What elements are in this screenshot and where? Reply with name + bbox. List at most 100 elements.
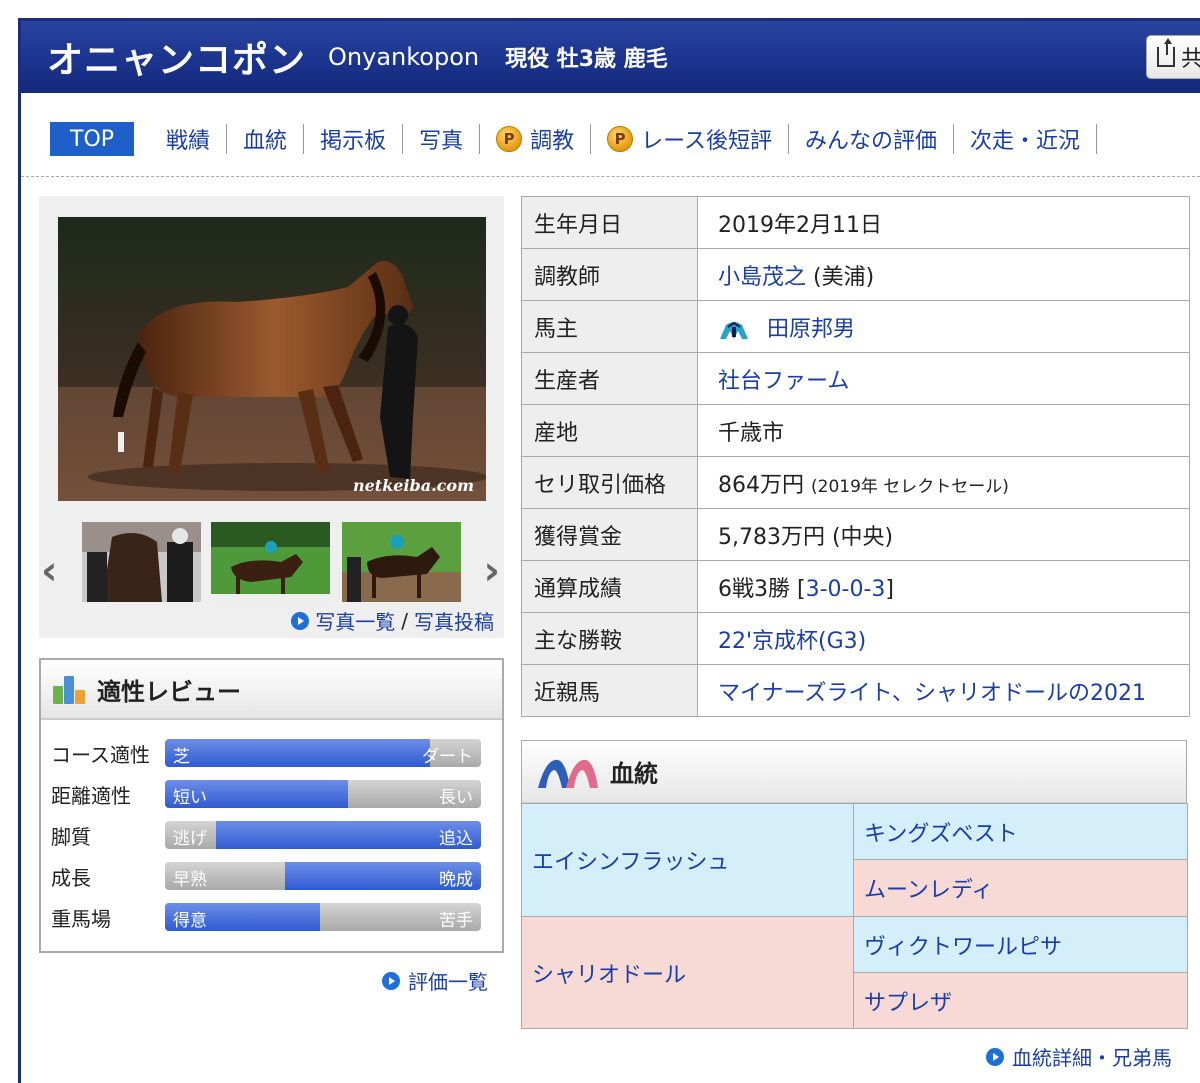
tab-race-comment-label: レース後短評 bbox=[641, 129, 773, 154]
photo-thumbnail[interactable] bbox=[82, 522, 201, 602]
review-bar-fill bbox=[165, 739, 431, 767]
pedigree-dam[interactable]: シャリオドール bbox=[521, 916, 854, 1029]
review-row-heavy-track: 重馬場 得意 苦手 bbox=[51, 902, 481, 932]
table-row: 獲得賞金 5,783万円 (中央) bbox=[521, 508, 1190, 561]
photo-thumbnail[interactable] bbox=[342, 522, 461, 602]
photo-post-link[interactable]: 写真投稿 bbox=[414, 606, 494, 635]
review-right-label: 長い bbox=[439, 788, 473, 808]
review-left-label: 得意 bbox=[173, 911, 207, 931]
review-right-label: 苦手 bbox=[439, 911, 473, 931]
auction-cell: 864万円 (2019年 セレクトセール) bbox=[697, 456, 1190, 509]
main-horse-photo[interactable]: netkeiba.com bbox=[58, 217, 486, 501]
arrow-circle-icon bbox=[382, 971, 400, 990]
review-left-label: 芝 bbox=[173, 747, 190, 767]
dam-name: シャリオドール bbox=[532, 962, 687, 988]
pedigree-sire[interactable]: エイシンフラッシュ bbox=[521, 803, 854, 917]
review-label: 脚質 bbox=[51, 824, 91, 849]
next-photo-arrow-icon[interactable]: › bbox=[484, 548, 500, 594]
pedigree-sire-dam[interactable]: ムーンレディ bbox=[853, 859, 1188, 917]
owner-link[interactable]: 田原邦男 bbox=[767, 317, 855, 342]
review-row-running-style: 脚質 逃げ 追込 bbox=[51, 820, 481, 850]
review-left-label: 逃げ bbox=[173, 829, 207, 849]
review-title: 適性レビュー bbox=[97, 677, 241, 706]
review-label: 距離適性 bbox=[51, 783, 131, 808]
record-detail-link[interactable]: 3-0-0-3 bbox=[806, 577, 886, 602]
main-win-link[interactable]: 22'京成杯(G3) bbox=[718, 629, 866, 654]
birthday-value: 2019年2月11日 bbox=[697, 196, 1190, 249]
trainer-cell: 小島茂之 (美浦) bbox=[697, 248, 1190, 301]
share-button[interactable]: 共 bbox=[1146, 35, 1200, 79]
arrow-circle-icon bbox=[291, 611, 310, 630]
pedigree-dam-dam[interactable]: サプレザ bbox=[853, 972, 1188, 1029]
tab-results[interactable]: 戦績 bbox=[150, 124, 228, 154]
review-bar: 逃げ 追込 bbox=[165, 821, 481, 849]
breeder-link[interactable]: 社台ファーム bbox=[718, 369, 849, 394]
earnings-value: 5,783万円 (中央) bbox=[697, 508, 1190, 561]
dam-dam-name: サプレザ bbox=[864, 990, 953, 1016]
record-bracket-open: [ bbox=[797, 576, 806, 602]
sire-sire-name: キングズベスト bbox=[864, 821, 1018, 847]
row-label: 産地 bbox=[521, 404, 698, 457]
review-bar: 芝 ダート bbox=[165, 739, 481, 767]
table-row: セリ取引価格 864万円 (2019年 セレクトセール) bbox=[521, 456, 1190, 509]
table-row: 産地 千歳市 bbox=[521, 404, 1190, 457]
review-left-label: 早熟 bbox=[173, 870, 207, 890]
row-label: 調教師 bbox=[521, 248, 698, 301]
tab-board[interactable]: 掲示板 bbox=[304, 124, 404, 154]
pedigree-header: 血統 bbox=[522, 741, 1186, 803]
review-label: コース適性 bbox=[51, 742, 150, 767]
table-row: 主な勝鞍 22'京成杯(G3) bbox=[521, 612, 1190, 665]
review-row-growth: 成長 早熟 晩成 bbox=[51, 861, 481, 891]
review-left-label: 短い bbox=[173, 788, 207, 808]
pedigree-icon bbox=[538, 759, 598, 788]
breeder-cell: 社台ファーム bbox=[697, 352, 1190, 405]
row-label: 馬主 bbox=[521, 300, 698, 353]
table-row: 馬主 田原邦男 bbox=[521, 300, 1190, 353]
row-label: 生年月日 bbox=[521, 196, 698, 249]
pedigree-detail-link[interactable]: 血統詳細・兄弟馬 bbox=[1012, 1042, 1172, 1071]
pedigree-dam-sire[interactable]: ヴィクトワールピサ bbox=[853, 916, 1188, 973]
birthplace-value: 千歳市 bbox=[697, 404, 1190, 457]
review-bar: 短い 長い bbox=[165, 780, 481, 808]
tab-photos[interactable]: 写真 bbox=[403, 124, 481, 154]
review-list-link[interactable]: 評価一覧 bbox=[408, 966, 488, 995]
review-header: 適性レビュー bbox=[41, 660, 502, 720]
review-right-label: 追込 bbox=[439, 829, 473, 849]
tab-ratings[interactable]: みんなの評価 bbox=[789, 124, 955, 154]
sire-name: エイシンフラッシュ bbox=[532, 850, 730, 875]
table-row: 生産者 社台ファーム bbox=[521, 352, 1190, 405]
auction-note: (2019年 セレクトセール) bbox=[811, 476, 1009, 497]
pedigree-box: 血統 エイシンフラッシュ キングズベスト ムーンレディ シャリオドール ヴィクト… bbox=[521, 740, 1188, 1029]
record-bracket-close: ] bbox=[885, 576, 894, 602]
trainer-link[interactable]: 小島茂之 bbox=[718, 265, 806, 290]
horse-nav: TOP 戦績 血統 掲示板 写真 P 調教 P レース後短評 みんなの評価 次走… bbox=[50, 122, 1098, 156]
review-list-link-wrap: 評価一覧 bbox=[382, 966, 488, 995]
horse-name-ja: オニャンコポン bbox=[47, 40, 307, 81]
review-label: 重馬場 bbox=[51, 906, 111, 931]
photo-links: 写真一覧 / 写真投稿 bbox=[291, 606, 494, 635]
tab-race-comment[interactable]: P レース後短評 bbox=[591, 124, 790, 154]
relatives-link[interactable]: マイナーズライト、シャリオドールの2021 bbox=[718, 681, 1146, 706]
pedigree-sire-sire[interactable]: キングズベスト bbox=[853, 803, 1188, 860]
main-wins-cell: 22'京成杯(G3) bbox=[697, 612, 1190, 665]
horse-header: オニャンコポン Onyankopon 現役 牡3歳 鹿毛 共 bbox=[21, 21, 1200, 93]
review-bar: 早熟 晩成 bbox=[165, 862, 481, 890]
row-label: 通算成績 bbox=[521, 560, 698, 613]
row-label: 生産者 bbox=[521, 352, 698, 405]
row-label: 主な勝鞍 bbox=[521, 612, 698, 665]
table-row: 生年月日 2019年2月11日 bbox=[521, 196, 1190, 249]
profile-table: 生年月日 2019年2月11日 調教師 小島茂之 (美浦) 馬主 田原邦男 生産… bbox=[521, 196, 1190, 717]
bar-chart-icon bbox=[53, 674, 87, 704]
relatives-cell: マイナーズライト、シャリオドールの2021 bbox=[697, 664, 1190, 717]
photo-list-link[interactable]: 写真一覧 bbox=[315, 606, 395, 635]
tab-pedigree[interactable]: 血統 bbox=[227, 124, 305, 154]
photo-thumbnail[interactable] bbox=[211, 522, 330, 602]
share-icon bbox=[1157, 38, 1175, 67]
prev-photo-arrow-icon[interactable]: ‹ bbox=[41, 548, 57, 594]
tab-training-label: 調教 bbox=[530, 129, 575, 154]
table-row: 近親馬 マイナーズライト、シャリオドールの2021 bbox=[521, 664, 1190, 717]
tab-training[interactable]: P 調教 bbox=[480, 124, 592, 154]
owner-silks-icon bbox=[720, 321, 748, 339]
tab-top[interactable]: TOP bbox=[50, 122, 135, 156]
tab-next-race[interactable]: 次走・近況 bbox=[954, 124, 1098, 154]
